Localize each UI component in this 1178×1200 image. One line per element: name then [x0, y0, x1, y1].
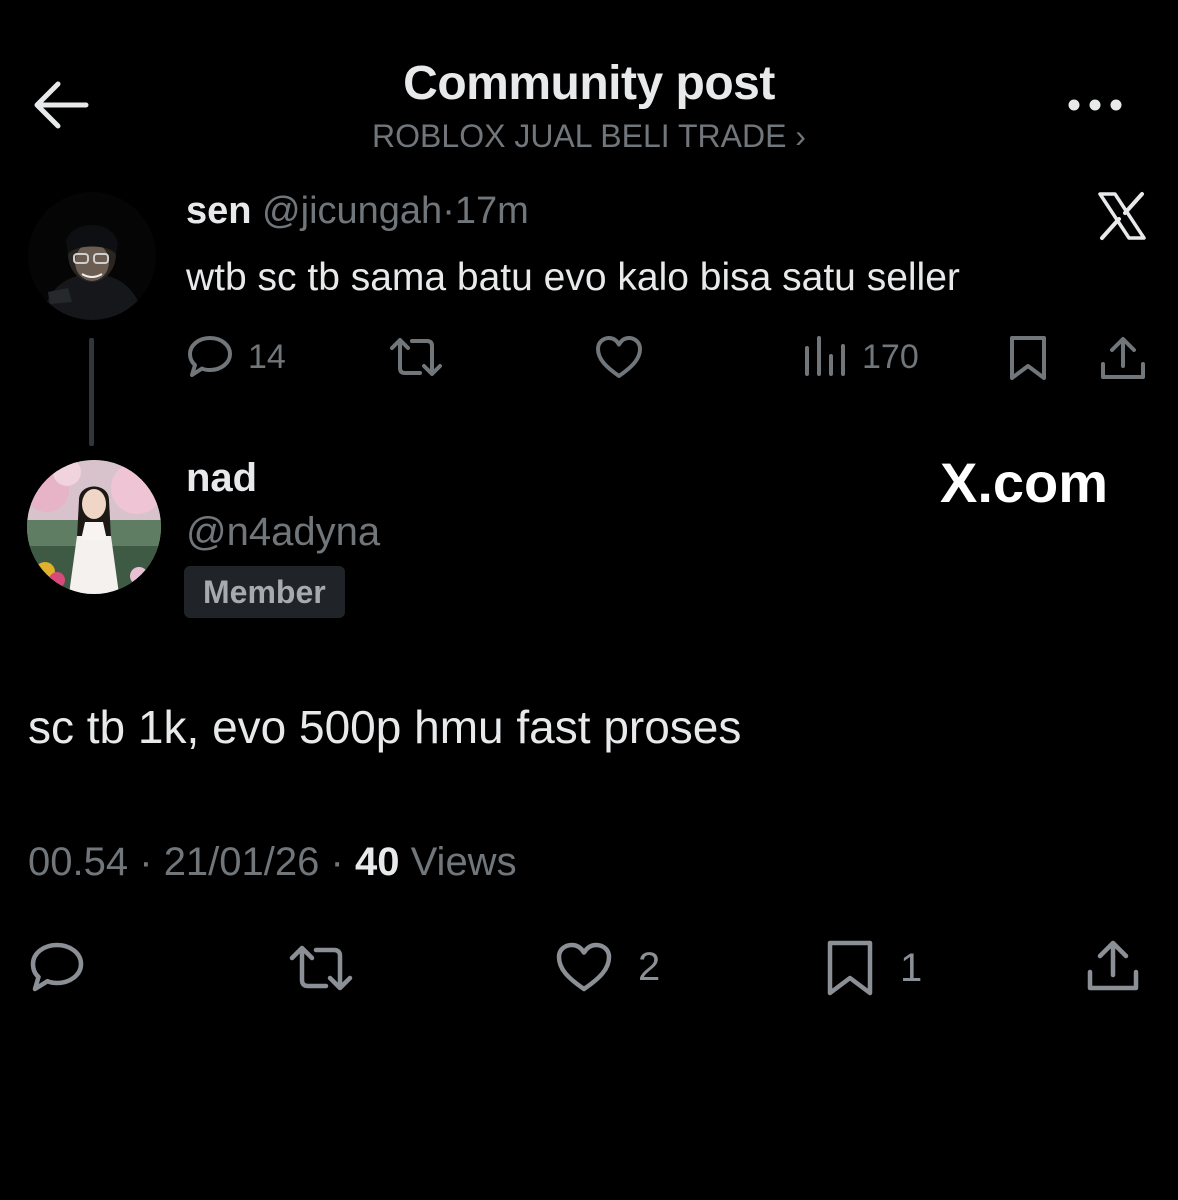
views-icon: [805, 336, 845, 376]
page-title: Community post: [403, 57, 775, 110]
like-icon: [556, 942, 612, 992]
parent-post-header: sen @jicungah·17m: [186, 190, 529, 233]
reply-icon: [30, 942, 84, 992]
community-link[interactable]: ROBLOX JUAL BELI TRADE ›: [0, 118, 1178, 155]
member-badge: Member: [184, 566, 345, 618]
post-time[interactable]: 00.54: [28, 840, 128, 884]
x-logo-icon: [1096, 190, 1148, 242]
view-count: 170: [862, 337, 919, 376]
more-icon: [1068, 99, 1122, 111]
separator: ·: [139, 840, 153, 884]
like-count: 2: [638, 944, 661, 989]
repost-icon: [390, 338, 442, 376]
share-button[interactable]: [1084, 938, 1142, 994]
author-name[interactable]: nad: [186, 456, 257, 501]
post-text: sc tb 1k, evo 500p hmu fast proses: [28, 701, 742, 753]
post-meta: 00.54 · 21/01/26 · 40 Views: [28, 840, 517, 885]
views-label: Views: [410, 840, 517, 884]
share-icon: [1087, 940, 1139, 991]
repost-icon: [289, 945, 353, 991]
reply-icon: [188, 336, 232, 377]
avatar[interactable]: [28, 192, 156, 320]
repost-button[interactable]: [386, 334, 446, 380]
watermark: X.com: [940, 450, 1108, 515]
reply-count: 14: [248, 337, 286, 376]
repost-button[interactable]: [286, 942, 356, 994]
avatar[interactable]: [27, 460, 161, 594]
author-handle[interactable]: @n4adyna: [186, 510, 380, 555]
thread-line: [89, 338, 94, 446]
post-text: wtb sc tb sama batu evo kalo bisa satu s…: [186, 256, 960, 299]
bookmark-icon: [1010, 336, 1046, 380]
views-count[interactable]: 40: [355, 840, 400, 884]
bookmark-count: 1: [900, 945, 923, 990]
bookmark-icon: [827, 940, 873, 996]
share-button[interactable]: [1098, 334, 1148, 382]
more-button[interactable]: [1062, 80, 1128, 130]
like-icon: [596, 336, 642, 378]
reply-button[interactable]: 14: [186, 334, 286, 380]
bookmark-button[interactable]: 1: [824, 938, 922, 998]
xcom-text: X.com: [940, 451, 1109, 514]
separator: ·: [442, 190, 455, 232]
separator: ·: [330, 840, 344, 884]
share-icon: [1101, 337, 1145, 379]
post-date[interactable]: 21/01/26: [164, 840, 320, 884]
post-time[interactable]: 17m: [455, 190, 529, 232]
bookmark-button[interactable]: [1006, 334, 1050, 382]
views-button[interactable]: 170: [800, 334, 919, 380]
author-handle[interactable]: @jicungah: [262, 190, 442, 232]
like-button[interactable]: 2: [554, 940, 660, 994]
reply-button[interactable]: [28, 940, 86, 994]
like-button[interactable]: [594, 334, 644, 380]
author-name[interactable]: sen: [186, 190, 251, 232]
